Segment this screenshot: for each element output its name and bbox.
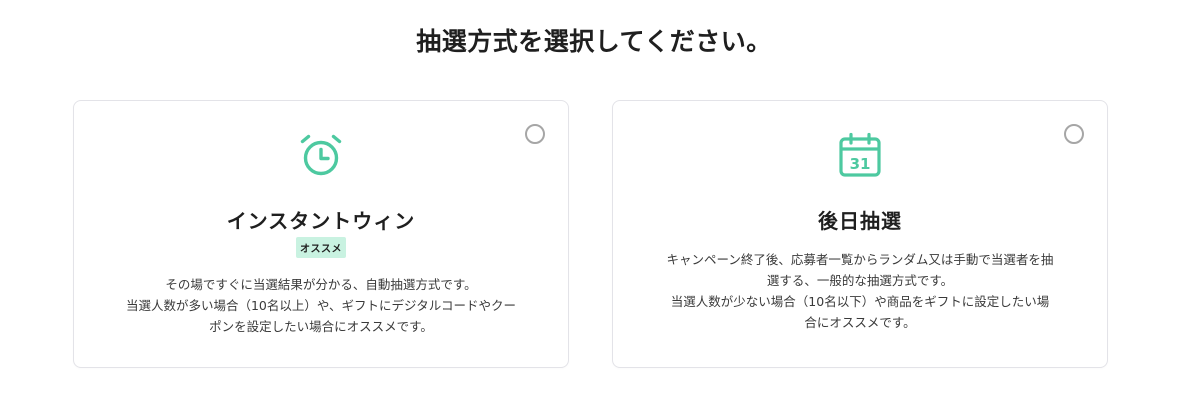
description-line: その場ですぐに当選結果が分かる、自動抽選方式です。 xyxy=(165,277,477,292)
calendar-date-text: 31 xyxy=(850,155,871,173)
instant-win-description: その場ですぐに当選結果が分かる、自動抽選方式です。 当選人数が多い場合（10名以… xyxy=(74,274,568,337)
description-line: 当選人数が少ない場合（10名以下）や商品をギフトに設定したい場 xyxy=(670,294,1050,309)
alarm-clock-icon xyxy=(297,131,345,179)
description-line: 合にオススメです。 xyxy=(804,315,916,330)
later-draw-heading: 後日抽選 xyxy=(818,209,902,233)
calendar-icon: 31 xyxy=(836,131,884,179)
recommended-badge: オススメ xyxy=(296,237,346,258)
instant-win-heading: インスタントウィン xyxy=(226,209,416,233)
instant-win-option-card[interactable]: インスタントウィン オススメ その場ですぐに当選結果が分かる、自動抽選方式です。… xyxy=(73,100,569,368)
description-line: 選する、一般的な抽選方式です。 xyxy=(766,273,954,288)
description-line: 当選人数が多い場合（10名以上）や、ギフトにデジタルコードやクー xyxy=(125,298,517,313)
instant-win-radio[interactable] xyxy=(525,124,545,144)
later-draw-radio[interactable] xyxy=(1064,124,1084,144)
description-line: キャンペーン終了後、応募者一覧からランダム又は手動で当選者を抽 xyxy=(666,252,1054,267)
later-draw-option-card[interactable]: 31 後日抽選 キャンペーン終了後、応募者一覧からランダム又は手動で当選者を抽 … xyxy=(612,100,1108,368)
page-title: 抽選方式を選択してください。 xyxy=(416,27,772,56)
later-draw-description: キャンペーン終了後、応募者一覧からランダム又は手動で当選者を抽 選する、一般的な… xyxy=(613,249,1107,333)
description-line: ポンを設定したい場合にオススメです。 xyxy=(209,319,433,334)
